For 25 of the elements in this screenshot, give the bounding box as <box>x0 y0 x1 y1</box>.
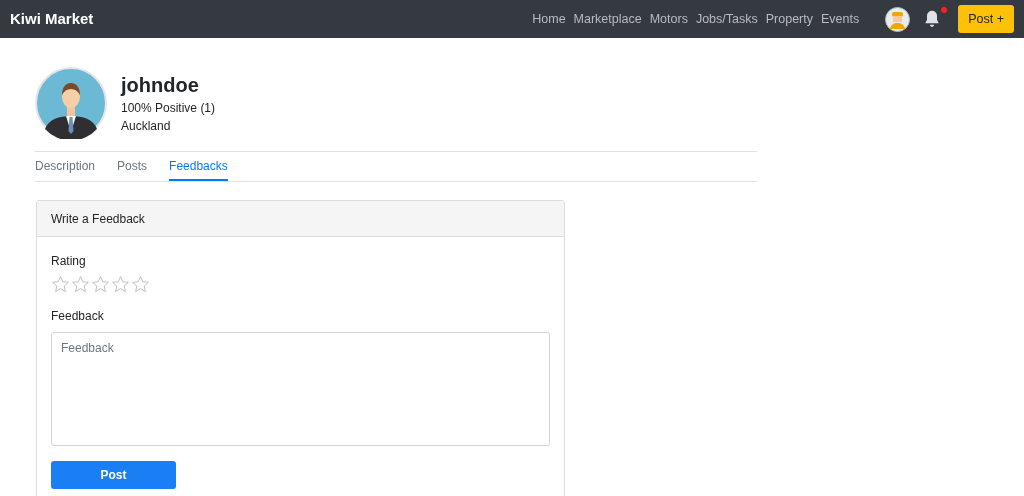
tab[interactable]: Feedbacks <box>169 152 228 181</box>
avatar-icon[interactable] <box>885 6 911 32</box>
nav-link[interactable]: Motors <box>645 9 692 29</box>
card-title: Write a Feedback <box>51 210 145 228</box>
tab[interactable]: Description <box>35 152 96 181</box>
post-button[interactable]: Post + <box>958 5 1014 33</box>
star-icon[interactable] <box>51 275 70 294</box>
brand-logo[interactable]: Kiwi Market <box>10 7 94 31</box>
star-icon[interactable] <box>91 275 110 294</box>
tab[interactable]: Posts <box>117 152 148 181</box>
nav-link[interactable]: Home <box>528 9 570 29</box>
username: johndoe <box>121 72 200 98</box>
post-button[interactable]: Post <box>51 461 176 489</box>
nav-link[interactable]: Property <box>761 9 817 29</box>
star-icon[interactable] <box>111 275 130 294</box>
nav-link[interactable]: Jobs/Tasks <box>691 9 762 29</box>
feedback-field[interactable]: Feedback <box>51 332 550 446</box>
star-icon[interactable] <box>131 275 150 294</box>
nav-link[interactable]: Events <box>817 9 864 29</box>
nav-link[interactable]: Marketplace <box>569 9 646 29</box>
rating-label: Rating <box>51 253 87 270</box>
rating-text: 100% Positive (1) <box>121 99 216 117</box>
location-text: Auckland <box>121 117 172 135</box>
star-icon[interactable] <box>71 275 90 294</box>
feedback-label: Feedback <box>51 308 105 325</box>
